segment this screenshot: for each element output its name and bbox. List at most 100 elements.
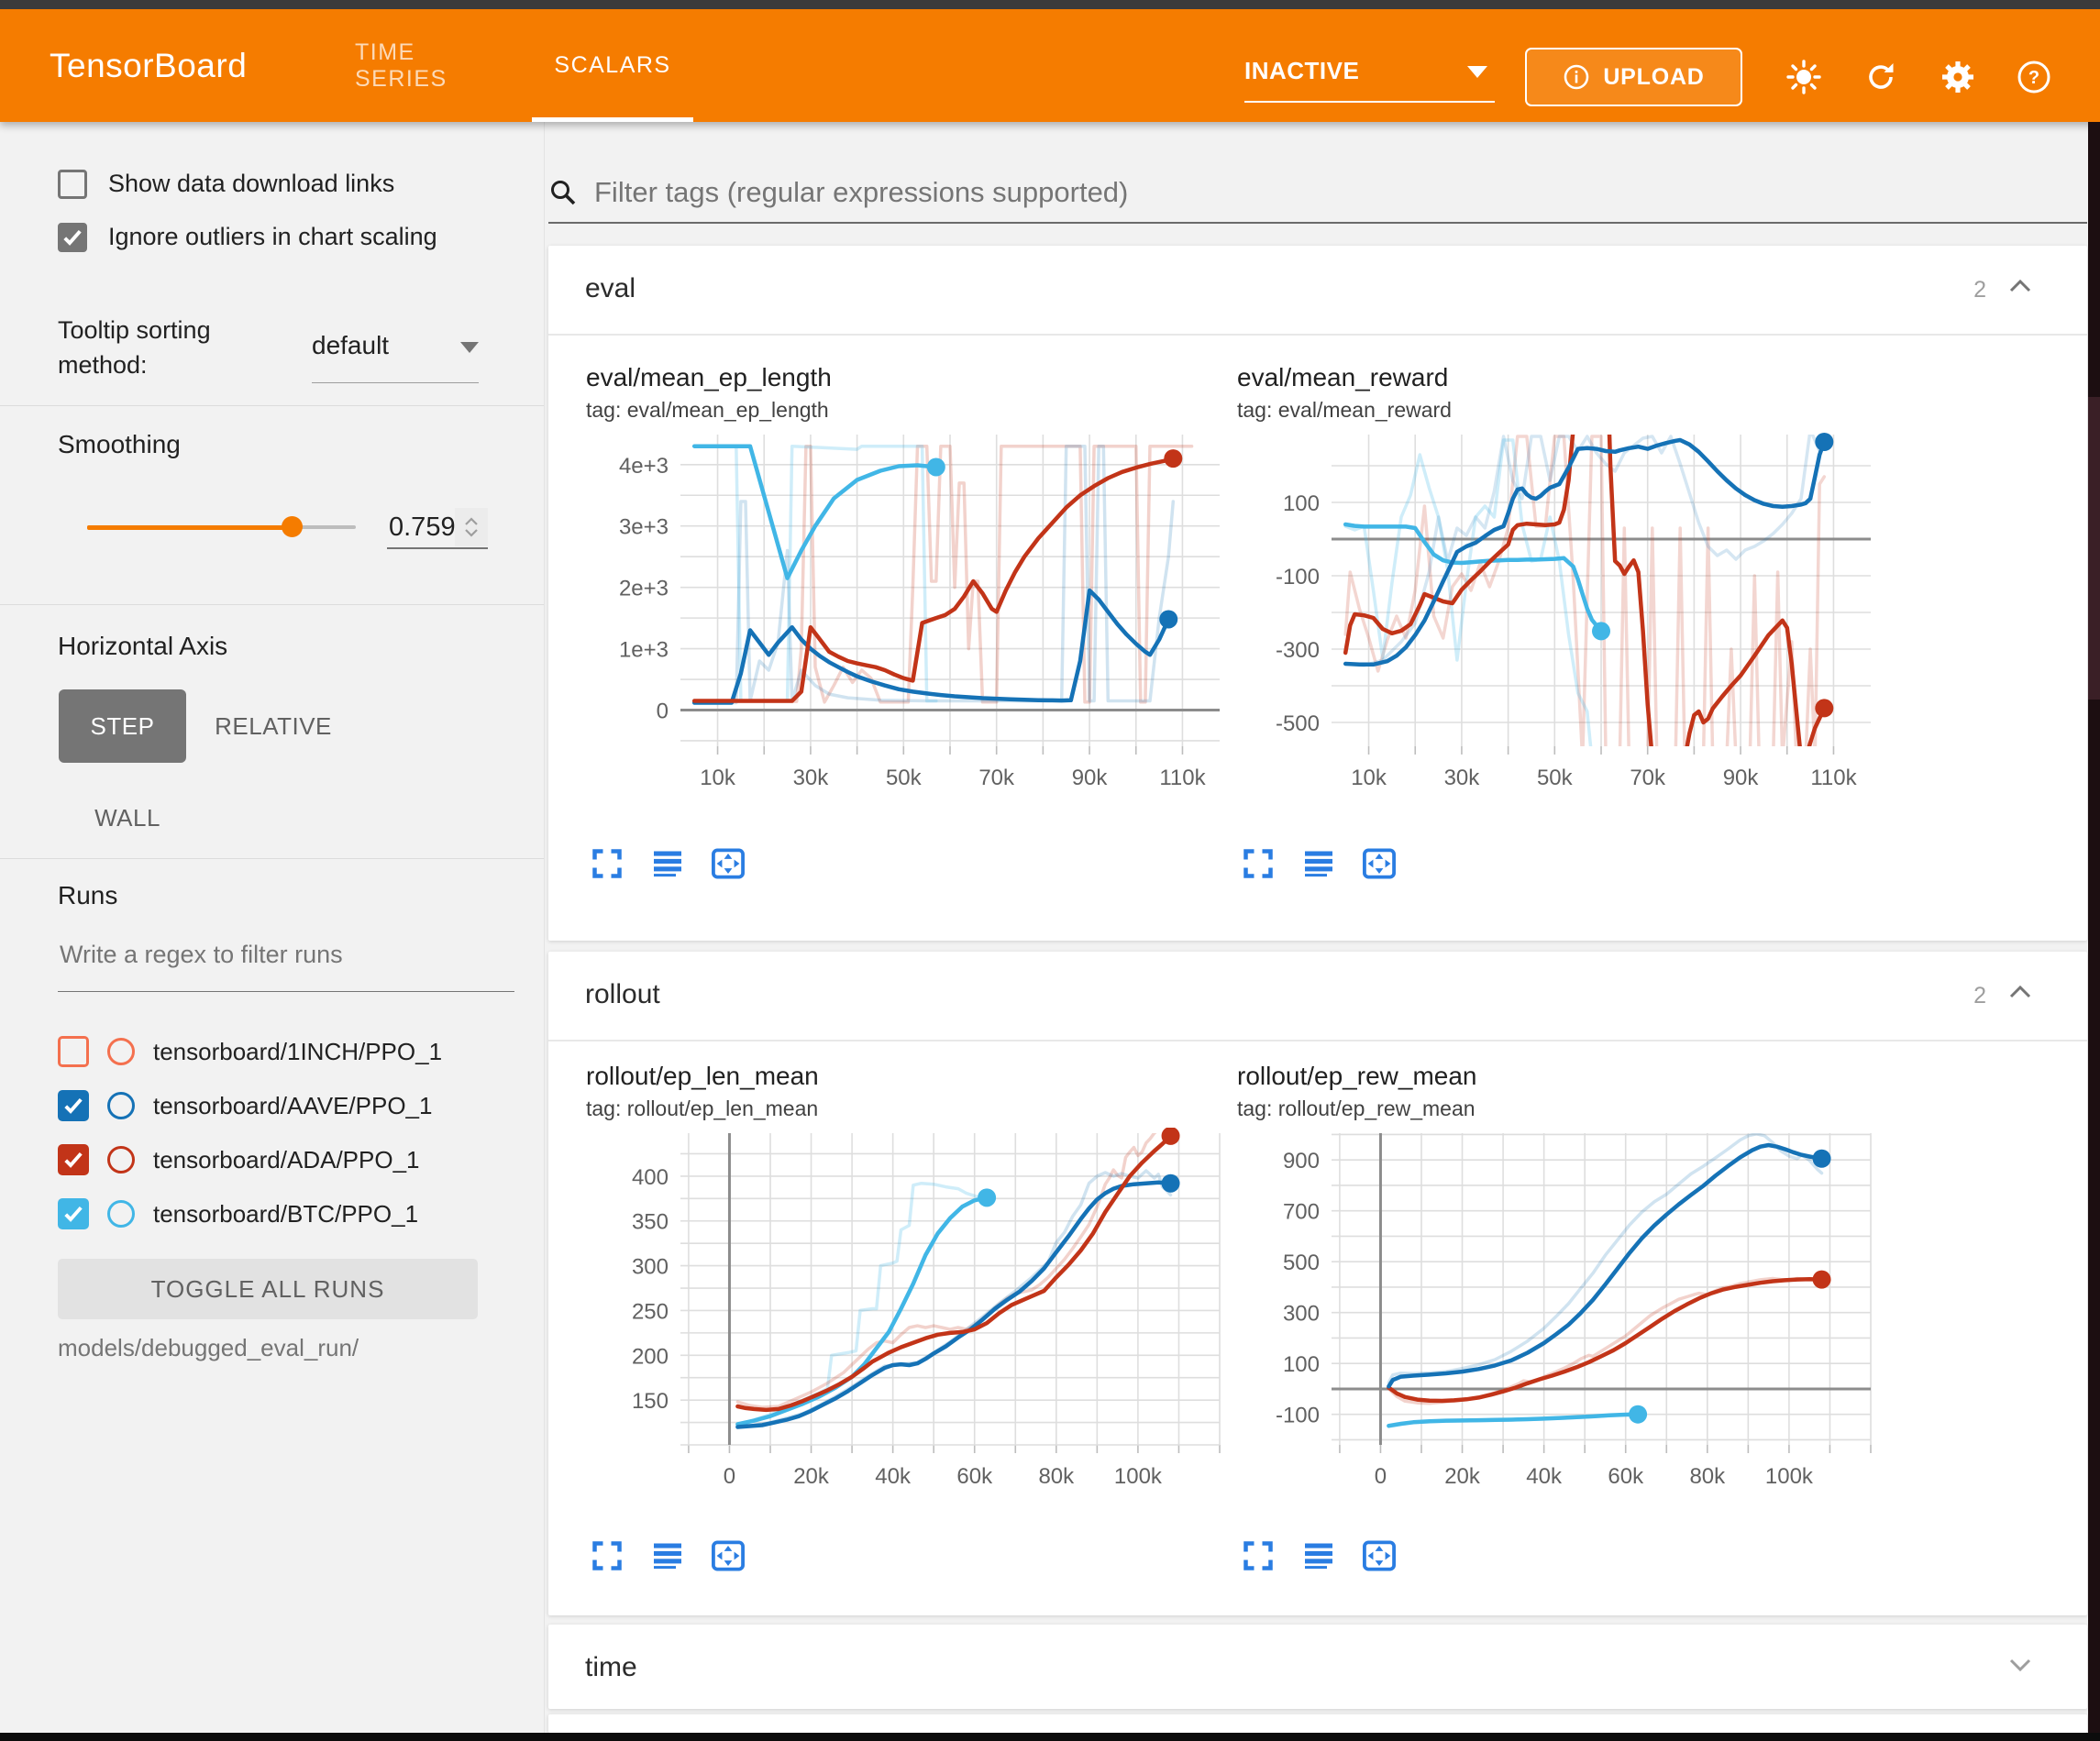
upload-button[interactable]: UPLOAD — [1525, 48, 1742, 106]
section-name: rollout — [585, 979, 660, 1010]
active-tab-underline — [532, 117, 693, 122]
app-header: TensorBoard TIME SERIES SCALARS INACTIVE… — [0, 9, 2100, 122]
chart-plot[interactable]: 10k30k50k70k90k110k100-100-300-500 — [1235, 429, 1877, 796]
chart-title: rollout/ep_len_mean — [586, 1062, 819, 1091]
fullscreen-icon[interactable] — [590, 1538, 624, 1573]
svg-text:-100: -100 — [1276, 565, 1320, 590]
chart-plot[interactable]: 10k30k50k70k90k110k01e+32e+33e+34e+3 — [584, 429, 1226, 796]
run-label: tensorboard/AAVE/PPO_1 — [153, 1092, 432, 1120]
svg-text:300: 300 — [632, 1255, 669, 1280]
tab-time-series[interactable]: TIME SERIES — [355, 9, 505, 122]
run-color-ring[interactable] — [107, 1038, 135, 1065]
run-item-ada[interactable]: tensorboard/ADA/PPO_1 — [58, 1140, 420, 1180]
brightness-icon[interactable] — [1784, 57, 1824, 97]
section-header-time[interactable]: time — [548, 1625, 2087, 1714]
runs-list-icon[interactable] — [650, 846, 685, 881]
svg-text:500: 500 — [1283, 1251, 1320, 1275]
fit-domain-icon[interactable] — [711, 1538, 746, 1573]
svg-text:-300: -300 — [1276, 638, 1320, 663]
svg-text:400: 400 — [632, 1165, 669, 1190]
settings-sidebar: Show data download links Ignore outliers… — [0, 122, 545, 1733]
fullscreen-icon[interactable] — [1241, 1538, 1276, 1573]
chart-plot[interactable]: 020k40k60k80k100k150200250300350400 — [584, 1128, 1226, 1494]
axis-wall-button[interactable]: WALL — [77, 786, 178, 850]
runs-list-icon[interactable] — [1301, 846, 1336, 881]
svg-text:70k: 70k — [1630, 766, 1666, 790]
fullscreen-icon[interactable] — [1241, 846, 1276, 881]
svg-text:100k: 100k — [1765, 1464, 1814, 1489]
run-checkbox[interactable] — [58, 1198, 89, 1229]
section-header-eval[interactable]: eval 2 — [548, 246, 2087, 336]
section-count: 2 — [1973, 983, 1986, 1009]
run-color-ring[interactable] — [107, 1092, 135, 1119]
runs-filter-input[interactable] — [58, 940, 489, 970]
settings-icon[interactable] — [1938, 57, 1978, 97]
window-top-strip — [0, 0, 2100, 9]
chart-plot[interactable]: 020k40k60k80k100k-100100300500700900 — [1235, 1128, 1877, 1494]
svg-text:20k: 20k — [1444, 1464, 1481, 1489]
fit-domain-icon[interactable] — [711, 846, 746, 881]
svg-text:40k: 40k — [875, 1464, 912, 1489]
ignore-outliers-checkbox[interactable] — [58, 223, 87, 252]
chevron-up-icon[interactable] — [2006, 983, 2034, 1006]
run-color-ring[interactable] — [107, 1146, 135, 1174]
runs-list-icon[interactable] — [1301, 1538, 1336, 1573]
fullscreen-icon[interactable] — [590, 846, 624, 881]
section-count: 2 — [1973, 277, 1986, 303]
fit-domain-icon[interactable] — [1362, 846, 1397, 881]
svg-text:350: 350 — [632, 1210, 669, 1235]
runs-list-icon[interactable] — [650, 1538, 685, 1573]
smoothing-stepper[interactable] — [455, 508, 488, 546]
fit-domain-icon[interactable] — [1362, 1538, 1397, 1573]
svg-text:50k: 50k — [886, 766, 923, 790]
run-item-aave[interactable]: tensorboard/AAVE/PPO_1 — [58, 1085, 432, 1126]
chevron-up-icon[interactable] — [2006, 277, 2034, 300]
svg-text:100: 100 — [1283, 1352, 1320, 1377]
status-dropdown[interactable]: INACTIVE — [1244, 40, 1495, 103]
show-download-links-checkbox[interactable] — [58, 170, 87, 199]
run-checkbox[interactable] — [58, 1144, 89, 1175]
axis-step-button[interactable]: STEP — [59, 689, 186, 763]
svg-text:0: 0 — [657, 700, 669, 724]
svg-text:2e+3: 2e+3 — [619, 577, 669, 601]
svg-text:110k: 110k — [1159, 766, 1206, 790]
toggle-all-runs-button[interactable]: TOGGLE ALL RUNS — [58, 1259, 478, 1319]
tag-filter-input[interactable] — [592, 175, 1968, 210]
run-checkbox[interactable] — [58, 1036, 89, 1067]
tooltip-sorting-underline — [312, 382, 479, 383]
svg-text:300: 300 — [1283, 1302, 1320, 1327]
section-card-eval: eval 2 eval/mean_ep_length tag: eval/mea… — [548, 246, 2087, 941]
section-header-rollout[interactable]: rollout 2 — [548, 952, 2087, 1041]
run-checkbox[interactable] — [58, 1090, 89, 1121]
run-item-1inch[interactable]: tensorboard/1INCH/PPO_1 — [58, 1031, 442, 1072]
scrollbar[interactable] — [2088, 122, 2100, 1733]
app-title: TensorBoard — [50, 47, 247, 85]
svg-text:250: 250 — [632, 1299, 669, 1324]
svg-text:200: 200 — [632, 1344, 669, 1369]
smoothing-value-input[interactable]: 0.759 — [387, 507, 488, 549]
help-icon[interactable]: ? — [2014, 57, 2054, 97]
svg-text:50k: 50k — [1537, 766, 1574, 790]
run-color-ring[interactable] — [107, 1200, 135, 1228]
refresh-icon[interactable] — [1861, 57, 1901, 97]
chevron-down-icon[interactable] — [2006, 1656, 2034, 1679]
chevron-down-icon — [460, 342, 479, 353]
axis-step-label: STEP — [91, 712, 155, 741]
scrollbar-thumb[interactable] — [2088, 397, 2100, 700]
axis-wall-label: WALL — [94, 804, 160, 832]
svg-text:20k: 20k — [793, 1464, 830, 1489]
svg-text:100k: 100k — [1114, 1464, 1163, 1489]
tooltip-sorting-select[interactable]: default — [312, 331, 479, 360]
runs-base-path: models/debugged_eval_run/ — [58, 1334, 359, 1362]
smoothing-label: Smoothing — [58, 430, 181, 459]
svg-text:80k: 80k — [1038, 1464, 1075, 1489]
smoothing-slider-fill — [87, 525, 292, 530]
svg-text:4e+3: 4e+3 — [619, 454, 669, 479]
chevron-down-icon — [1467, 66, 1487, 78]
axis-relative-button[interactable]: RELATIVE — [204, 689, 343, 763]
smoothing-slider-thumb[interactable] — [282, 516, 303, 537]
svg-text:40k: 40k — [1526, 1464, 1563, 1489]
tab-scalars[interactable]: SCALARS — [532, 9, 693, 122]
run-item-btc[interactable]: tensorboard/BTC/PPO_1 — [58, 1194, 418, 1234]
chart-toolbar — [1241, 846, 1397, 881]
